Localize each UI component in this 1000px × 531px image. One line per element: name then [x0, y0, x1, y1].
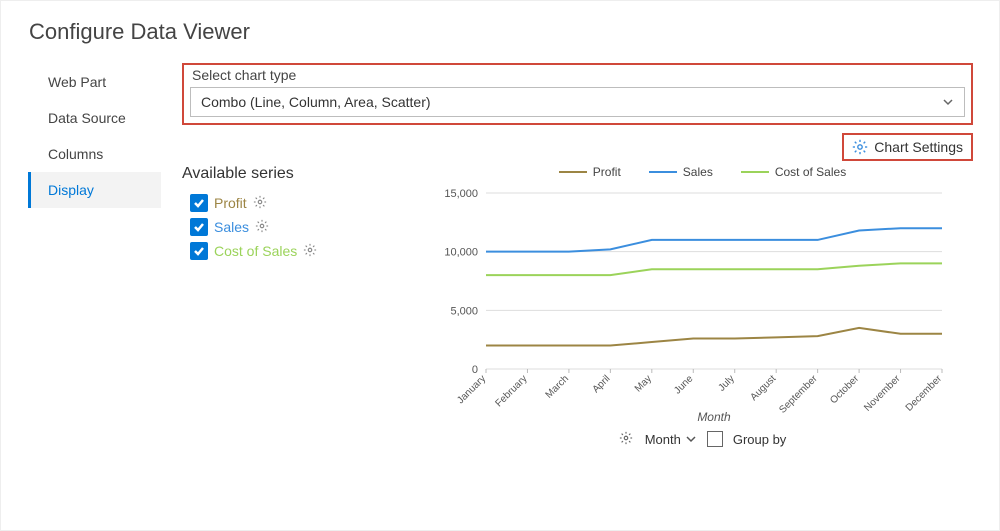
gear-icon[interactable]: [253, 195, 269, 211]
series-name[interactable]: Sales: [214, 219, 249, 235]
sidebar-item-label: Display: [48, 182, 94, 198]
chevron-down-icon: [942, 96, 954, 108]
svg-text:0: 0: [472, 364, 478, 376]
axis-field-dropdown[interactable]: Month: [645, 432, 697, 447]
chart-settings-label: Chart Settings: [874, 139, 963, 155]
chart-type-value: Combo (Line, Column, Area, Scatter): [201, 94, 431, 110]
legend-item-profit: Profit: [559, 165, 621, 179]
series-item-profit: Profit: [182, 191, 412, 215]
svg-text:August: August: [749, 373, 779, 403]
svg-text:10,000: 10,000: [444, 247, 478, 259]
chart-legend: Profit Sales Cost of Sales: [432, 165, 973, 179]
svg-text:January: January: [455, 373, 488, 406]
svg-text:February: February: [494, 373, 530, 409]
gear-icon: [852, 139, 868, 155]
chart-type-select[interactable]: Combo (Line, Column, Area, Scatter): [190, 87, 965, 117]
configure-data-viewer-dialog: Configure Data Viewer Web Part Data Sour…: [0, 0, 1000, 531]
gear-icon[interactable]: [303, 243, 319, 259]
chevron-down-icon: [685, 433, 697, 445]
available-series-panel: Available series Profit Sales: [182, 165, 412, 447]
legend-item-sales: Sales: [649, 165, 713, 179]
sidebar-item-label: Columns: [48, 146, 103, 162]
axis-field-value: Month: [645, 432, 681, 447]
sidebar-item-columns[interactable]: Columns: [28, 136, 161, 172]
chart-footer-controls: Month Group by: [432, 431, 973, 447]
chart-settings-button[interactable]: Chart Settings: [842, 133, 973, 161]
svg-text:April: April: [591, 373, 613, 395]
sidebar-item-display[interactable]: Display: [28, 172, 161, 208]
legend-label: Cost of Sales: [775, 165, 846, 179]
svg-text:May: May: [633, 373, 654, 394]
available-series-title: Available series: [182, 165, 412, 183]
chart-canvas: 0 5,000 10,000 15,000 JanuaryFebruary March Ap…: [432, 187, 952, 427]
gear-icon[interactable]: [255, 219, 271, 235]
series-item-cost-of-sales: Cost of Sales: [182, 239, 412, 263]
series-checkbox-profit[interactable]: [190, 194, 208, 212]
main-panel: Select chart type Combo (Line, Column, A…: [162, 63, 973, 447]
svg-text:September: September: [777, 373, 820, 416]
sidebar-item-web-part[interactable]: Web Part: [28, 64, 161, 100]
chart-preview: Profit Sales Cost of Sales 0 5,000 10,000 1…: [432, 165, 973, 447]
legend-label: Sales: [683, 165, 713, 179]
svg-text:July: July: [716, 373, 736, 393]
legend-label: Profit: [593, 165, 621, 179]
series-checkbox-cost-of-sales[interactable]: [190, 242, 208, 260]
gear-icon[interactable]: [619, 431, 635, 447]
svg-text:15,000: 15,000: [444, 188, 478, 200]
sidebar-item-label: Web Part: [48, 74, 106, 90]
series-item-sales: Sales: [182, 215, 412, 239]
group-by-label: Group by: [733, 432, 786, 447]
svg-text:December: December: [904, 373, 945, 414]
series-checkbox-sales[interactable]: [190, 218, 208, 236]
series-name[interactable]: Profit: [214, 195, 247, 211]
sidebar-item-label: Data Source: [48, 110, 126, 126]
svg-text:June: June: [672, 373, 695, 396]
svg-text:November: November: [862, 373, 903, 414]
series-name[interactable]: Cost of Sales: [214, 243, 297, 259]
svg-text:October: October: [828, 373, 861, 406]
svg-text:March: March: [544, 373, 571, 400]
svg-text:5,000: 5,000: [450, 305, 478, 317]
settings-sidebar: Web Part Data Source Columns Display: [27, 63, 162, 447]
group-by-checkbox[interactable]: [707, 431, 723, 447]
page-title: Configure Data Viewer: [29, 19, 973, 45]
svg-text:Month: Month: [697, 410, 731, 424]
sidebar-item-data-source[interactable]: Data Source: [28, 100, 161, 136]
legend-item-cost-of-sales: Cost of Sales: [741, 165, 846, 179]
chart-type-label: Select chart type: [192, 67, 965, 83]
chart-type-block-highlight: Select chart type Combo (Line, Column, A…: [182, 63, 973, 125]
